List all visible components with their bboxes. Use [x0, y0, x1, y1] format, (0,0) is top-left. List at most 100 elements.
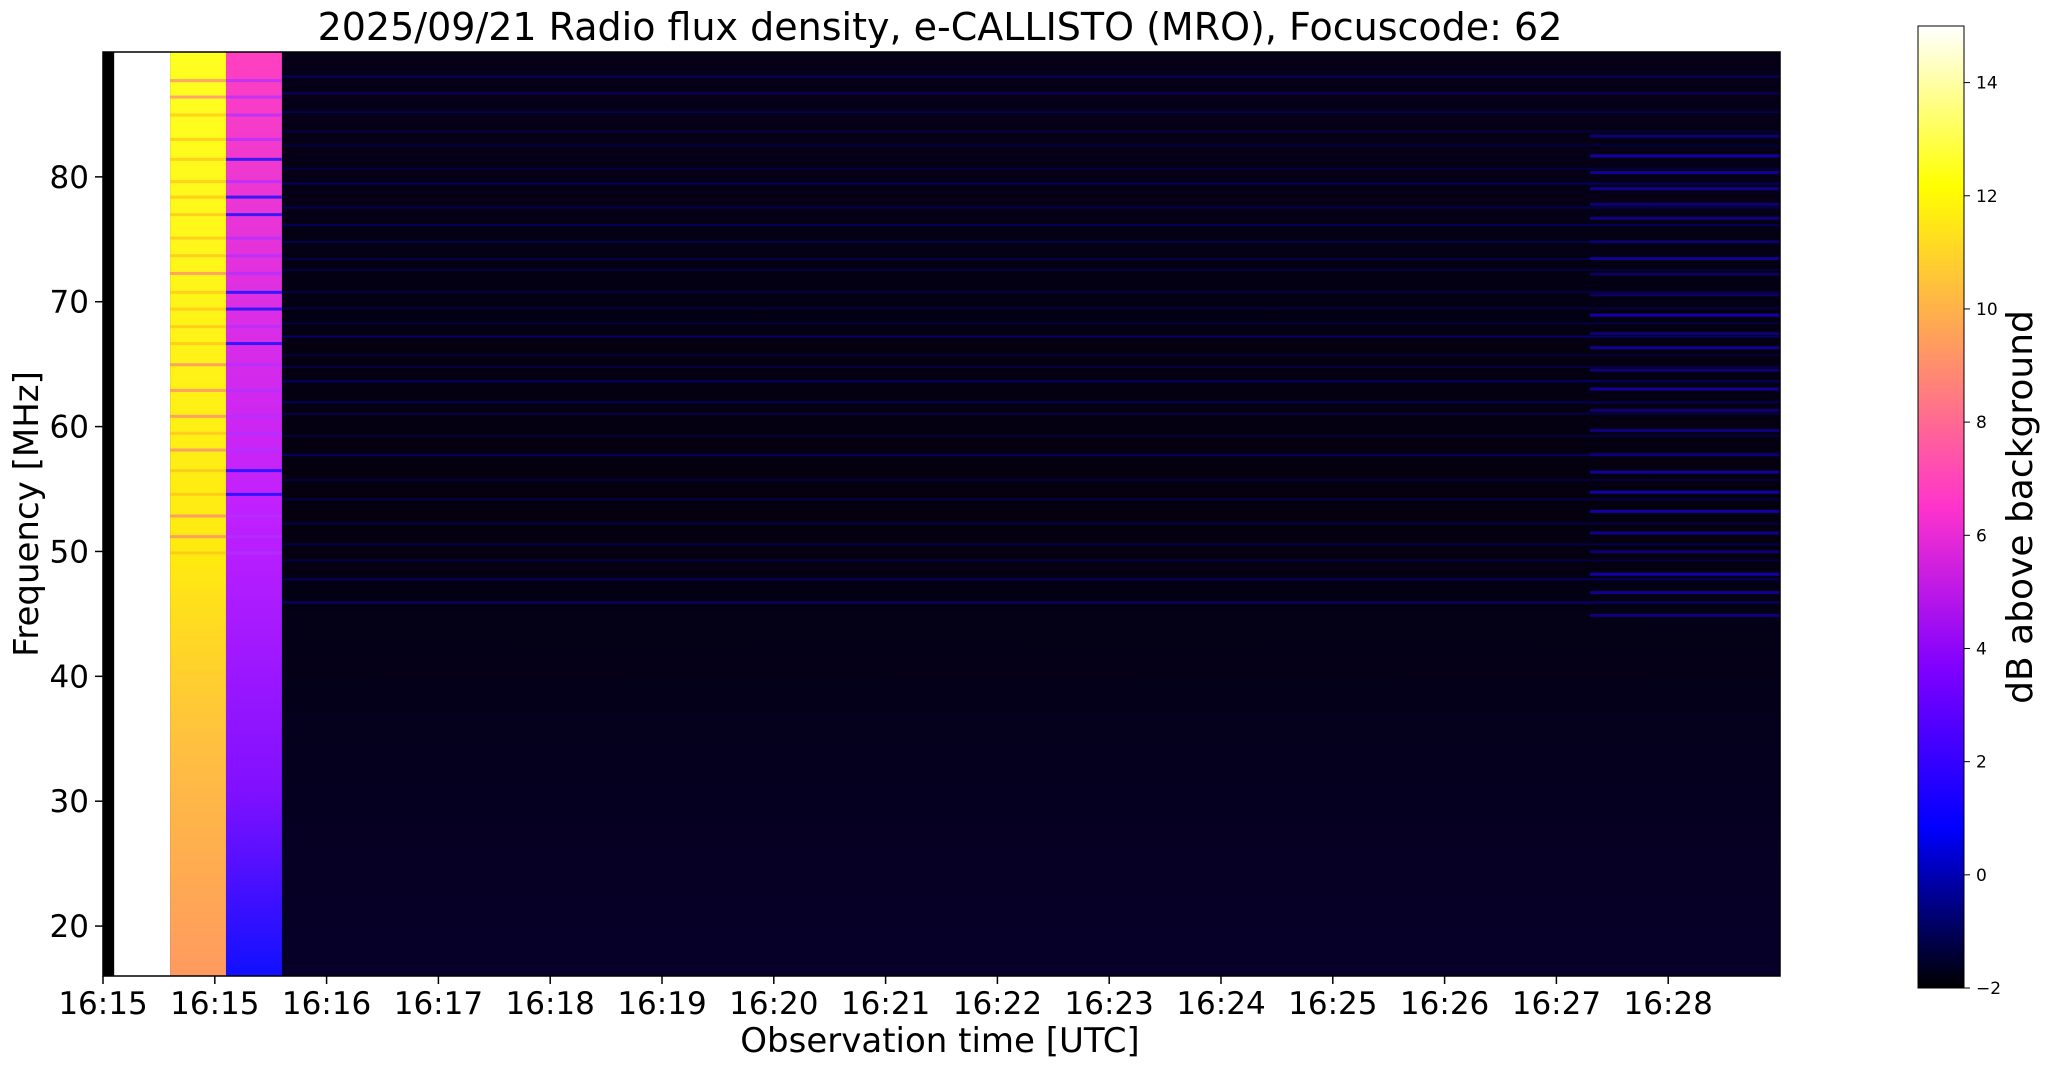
band-feature	[1589, 572, 1780, 576]
stripe-yellow	[170, 236, 226, 240]
y-tick-label: 70	[50, 285, 89, 321]
stripe-magenta	[225, 469, 282, 473]
y-tick-label: 20	[50, 909, 89, 945]
spectrogram-segment	[170, 52, 226, 976]
x-axis: 16:15 16:15 16:16 16:17 16:18 16:19 16:20 16:21…	[58, 976, 1713, 1022]
spectrogram-figure: 2025/09/21 Radio flux density, e-CALLIST…	[7, 5, 2041, 1061]
colorbar-tick-label: 4	[1976, 639, 1987, 659]
stripe-magenta	[225, 271, 282, 275]
stripe-background	[281, 412, 1780, 415]
stripe-yellow	[170, 448, 226, 452]
stripe-yellow	[170, 342, 226, 346]
band-feature	[1589, 591, 1780, 595]
stripe-background	[281, 498, 1780, 501]
colorbar-tick-label: 8	[1976, 413, 1987, 433]
spectrogram-segment	[114, 52, 171, 976]
stripe-background	[281, 522, 1780, 525]
stripe-magenta	[225, 213, 282, 217]
stripe-background	[281, 291, 1780, 294]
band-feature	[1589, 154, 1780, 158]
stripe-background	[281, 269, 1780, 272]
stripe-magenta	[225, 307, 282, 311]
chart-title: 2025/09/21 Radio flux density, e-CALLIST…	[318, 5, 1563, 49]
band-feature	[1589, 332, 1780, 336]
stripe-magenta	[225, 448, 282, 452]
stripe-yellow	[170, 307, 226, 311]
stripe-yellow	[170, 535, 226, 539]
colorbar-tick-label: 10	[1976, 300, 1998, 320]
stripe-yellow	[170, 290, 226, 294]
stripe-background	[281, 543, 1780, 546]
band-feature	[1589, 509, 1780, 513]
x-tick-label: 16:25	[1288, 986, 1377, 1022]
x-axis-label: Observation time [UTC]	[740, 1021, 1139, 1061]
x-tick-label: 16:15	[58, 986, 147, 1022]
stripe-background	[281, 130, 1780, 133]
band-feature	[1589, 613, 1780, 617]
stripe-magenta	[225, 79, 282, 83]
y-tick-label: 40	[50, 659, 89, 695]
stripe-background	[281, 75, 1780, 78]
band-feature	[1589, 408, 1780, 412]
x-tick-label: 16:23	[1065, 986, 1154, 1022]
stripe-yellow	[170, 113, 226, 117]
spectrogram-plot-area	[103, 52, 1780, 976]
stripe-background	[281, 182, 1780, 185]
stripe-background	[281, 167, 1780, 170]
stripe-magenta	[225, 388, 282, 392]
band-feature	[1589, 470, 1780, 474]
y-axis: 20 30 40 50 60 70 80	[50, 160, 103, 945]
colorbar-tick-label: 6	[1976, 526, 1987, 546]
stripe-yellow	[170, 363, 226, 367]
band-feature	[1589, 490, 1780, 494]
band-feature	[1589, 452, 1780, 456]
stripe-yellow	[170, 431, 226, 435]
stripe-background	[281, 434, 1780, 437]
stripe-background	[281, 559, 1780, 562]
y-tick-label: 80	[50, 160, 89, 196]
band-feature	[1589, 257, 1780, 261]
band-feature	[1589, 346, 1780, 350]
colorbar	[1917, 25, 1965, 989]
stripe-yellow	[170, 414, 226, 418]
band-feature	[1589, 202, 1780, 206]
stripe-background	[281, 578, 1780, 581]
stripe-background	[281, 454, 1780, 457]
spectrogram-background	[103, 52, 1780, 976]
y-tick-label: 50	[50, 534, 89, 570]
spectrogram-segments	[103, 52, 282, 976]
band-feature	[1589, 387, 1780, 391]
stripe-yellow	[170, 388, 226, 392]
x-tick-label: 16:24	[1176, 986, 1265, 1022]
stripe-yellow	[170, 79, 226, 83]
colorbar-tick-label: −2	[1976, 979, 2001, 999]
stripe-yellow	[170, 492, 226, 496]
x-tick-label: 16:26	[1400, 986, 1489, 1022]
stripe-magenta	[225, 431, 282, 435]
band-feature	[1589, 272, 1780, 276]
stripe-yellow	[170, 551, 226, 555]
stripe-yellow	[170, 514, 226, 518]
stripe-background	[281, 354, 1780, 357]
stripe-magenta	[225, 363, 282, 367]
stripe-background	[281, 601, 1780, 604]
stripe-yellow	[170, 325, 226, 329]
stripe-magenta	[225, 551, 282, 555]
stripe-magenta	[225, 195, 282, 199]
band-feature	[1589, 550, 1780, 554]
colorbar-tick-label: 0	[1976, 866, 1987, 886]
stripe-magenta	[225, 325, 282, 329]
colorbar-label: dB above background	[2000, 310, 2041, 704]
band-feature	[1589, 293, 1780, 297]
stripe-background	[281, 335, 1780, 338]
x-tick-label: 16:15	[170, 986, 259, 1022]
stripe-background	[281, 380, 1780, 383]
stripe-magenta	[225, 137, 282, 141]
stripe-magenta	[225, 414, 282, 418]
stripe-magenta	[225, 514, 282, 518]
stripe-yellow	[170, 213, 226, 217]
stripe-yellow	[170, 180, 226, 184]
stripe-background	[281, 92, 1780, 95]
colorbar-tick-label: 14	[1976, 74, 1998, 94]
stripe-magenta	[225, 95, 282, 99]
